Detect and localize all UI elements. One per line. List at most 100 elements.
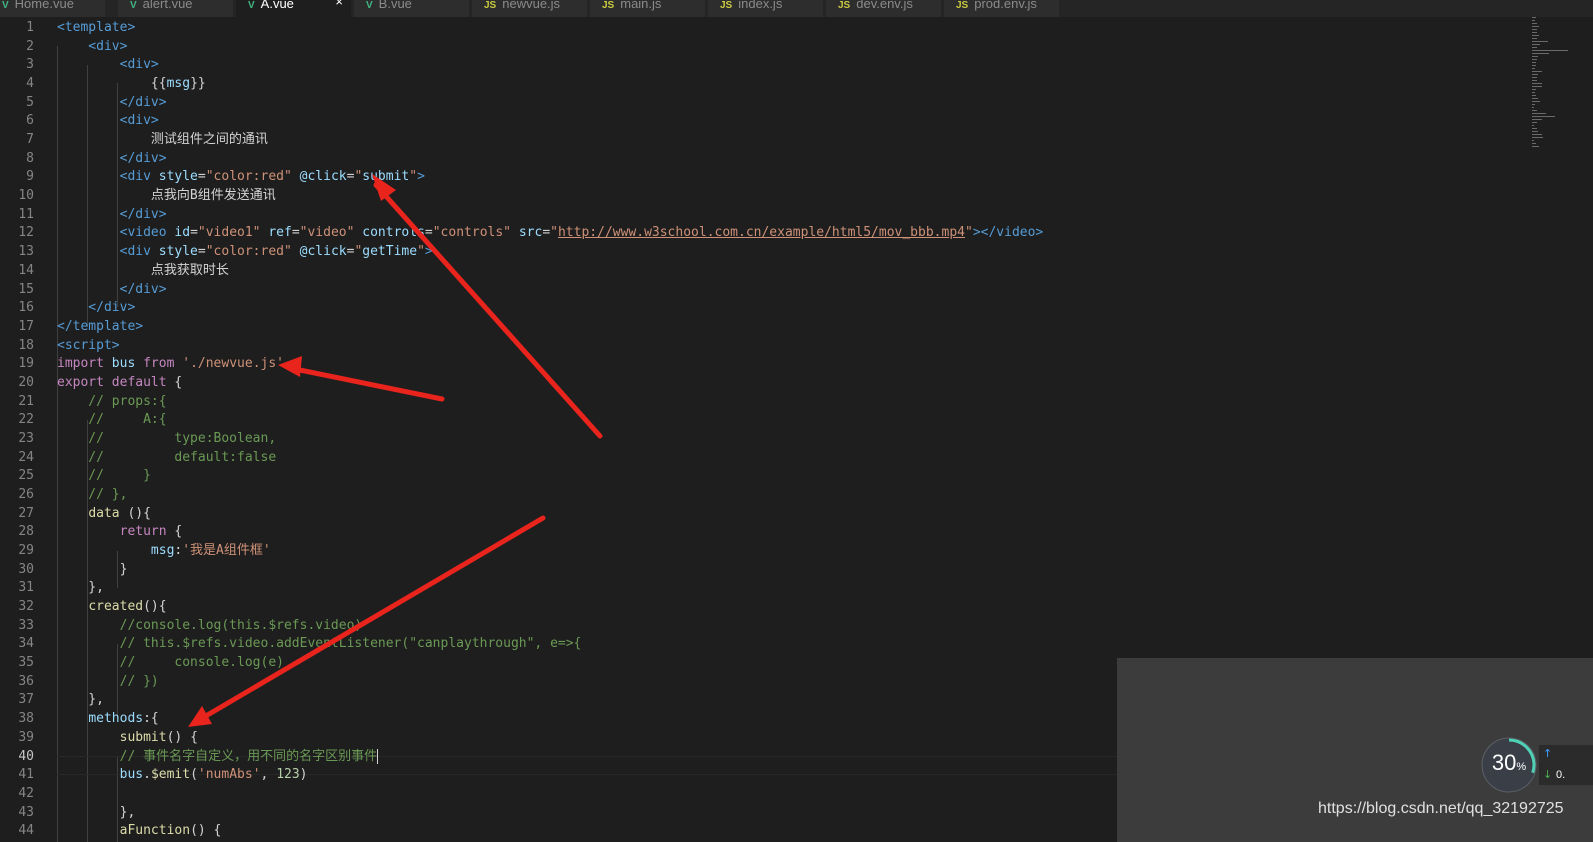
- code-line[interactable]: 13 <div style="color:red" @click="getTim…: [0, 242, 1593, 261]
- code-line[interactable]: 5 </div>: [0, 93, 1593, 112]
- line-number: 1: [26, 20, 34, 35]
- line-number: 36: [18, 673, 34, 689]
- code-token: // A:{: [57, 412, 167, 428]
- tab-newvue-js[interactable]: JS newvue.js: [472, 0, 588, 17]
- code-line[interactable]: 12 <video id="video1" ref="video" contro…: [0, 223, 1593, 242]
- tab-b-vue[interactable]: V B.vue: [354, 0, 470, 17]
- line-number: 13: [18, 244, 34, 260]
- speed-unit: %: [1516, 761, 1527, 773]
- line-number: 39: [18, 729, 34, 745]
- code-line[interactable]: 28 return {: [0, 522, 1593, 541]
- code-line[interactable]: 11 </div>: [0, 205, 1593, 224]
- line-number: 15: [18, 281, 34, 297]
- code-token: http://www.w3school.com.cn/example/html5…: [557, 225, 965, 241]
- code-line[interactable]: 23 // type:Boolean,: [0, 429, 1593, 448]
- code-token: from: [143, 356, 175, 372]
- code-line[interactable]: 31 },: [0, 578, 1593, 597]
- code-token: getTime: [362, 244, 418, 260]
- code-token: // props:{: [57, 393, 167, 409]
- code-token: {: [166, 524, 183, 540]
- code-line[interactable]: 10 点我向B组件发送通讯: [0, 186, 1593, 205]
- code-line[interactable]: 8 </div>: [0, 149, 1593, 168]
- code-line[interactable]: 20 export default {: [0, 373, 1593, 392]
- code-text: // this.$refs.video.addEventListener("ca…: [57, 634, 582, 653]
- code-line[interactable]: 7 测试组件之间的通讯: [0, 130, 1593, 149]
- code-text: // 事件名字自定义，用不同的名字区别事件: [57, 747, 379, 766]
- code-token: bus: [119, 767, 144, 783]
- code-line[interactable]: 21 // props:{: [0, 392, 1593, 411]
- code-line[interactable]: 6 <div>: [0, 111, 1593, 130]
- minimap-line: [1532, 110, 1537, 111]
- code-line[interactable]: 30 }: [0, 560, 1593, 579]
- tab-prod-env-js[interactable]: JS prod.env.js: [944, 0, 1060, 17]
- code-line[interactable]: 15 </div>: [0, 280, 1593, 299]
- minimap-line: [1532, 44, 1540, 45]
- code-token: }: [57, 561, 128, 577]
- code-line[interactable]: 18 <script>: [0, 336, 1593, 355]
- minimap-line: [1532, 74, 1538, 75]
- code-line[interactable]: 19 import bus from './newvue.js': [0, 354, 1593, 373]
- code-line[interactable]: 25 // }: [0, 466, 1593, 485]
- code-line[interactable]: 33 //console.log(this.$refs.video): [0, 616, 1593, 635]
- tab-label: alert.vue: [142, 0, 193, 11]
- code-line[interactable]: 34 // this.$refs.video.addEventListener(…: [0, 634, 1593, 653]
- code-line[interactable]: 1 <template>: [0, 18, 1593, 37]
- code-token: =: [197, 244, 206, 260]
- tab-index-js[interactable]: JS index.js: [708, 0, 824, 17]
- tab-main-js[interactable]: JS main.js: [590, 0, 706, 17]
- code-text: </div>: [57, 205, 167, 224]
- tab-alert-vue[interactable]: Valert.vue: [118, 0, 234, 17]
- code-token: (: [190, 767, 198, 783]
- code-line[interactable]: 4 {{msg}}: [0, 74, 1593, 93]
- code-line[interactable]: 27 data (){: [0, 504, 1593, 523]
- code-text: </template>: [57, 317, 143, 336]
- close-icon[interactable]: ×: [335, 0, 343, 8]
- code-text: <template>: [57, 18, 135, 37]
- code-token: () {: [190, 823, 222, 839]
- code-token: <div: [57, 169, 159, 185]
- code-text: 点我向B组件发送通讯: [57, 186, 276, 205]
- code-text: </div>: [57, 149, 167, 168]
- line-number: 18: [18, 337, 34, 353]
- minimap-line: [1532, 47, 1537, 48]
- code-token: // console.log(e): [57, 655, 284, 671]
- minimap-line: [1532, 113, 1546, 114]
- code-token: </div>: [57, 300, 136, 316]
- tab-a-vue[interactable]: V A.vue ×: [236, 0, 352, 17]
- text-cursor: [377, 748, 379, 764]
- code-line[interactable]: 9 <div style="color:red" @click="submit"…: [0, 167, 1593, 186]
- code-token: },: [57, 804, 136, 820]
- minimap-line: [1532, 38, 1537, 39]
- code-token: id: [174, 225, 191, 241]
- code-line[interactable]: 3 <div>: [0, 55, 1593, 74]
- minimap-line: [1532, 62, 1536, 63]
- tab-home-vue[interactable]: V Home.vue: [0, 0, 106, 17]
- minimap[interactable]: [1530, 17, 1570, 177]
- code-text: aFunction() {: [57, 821, 222, 840]
- code-text: },: [57, 578, 104, 597]
- code-line[interactable]: 32 created(){: [0, 597, 1593, 616]
- tab-label: A.vue: [260, 0, 294, 11]
- upload-arrow-icon: ↑: [1543, 747, 1553, 760]
- code-line[interactable]: 22 // A:{: [0, 410, 1593, 429]
- code-line[interactable]: 17 </template>: [0, 317, 1593, 336]
- code-token: :{: [143, 711, 159, 727]
- tab-dev-env-js[interactable]: JS dev.env.js: [826, 0, 942, 17]
- minimap-line: [1532, 125, 1535, 126]
- code-line[interactable]: 29 msg:'我是A组件框': [0, 541, 1593, 560]
- line-number: 29: [18, 543, 34, 559]
- line-number: 25: [18, 468, 34, 484]
- code-token: msg: [166, 76, 191, 92]
- code-line[interactable]: 16 </div>: [0, 298, 1593, 317]
- code-line[interactable]: 2 <div>: [0, 37, 1593, 56]
- minimap-line: [1532, 131, 1539, 132]
- code-token: //console.log(this.$refs.video): [57, 617, 363, 633]
- minimap-line: [1532, 68, 1535, 69]
- code-token: data: [88, 505, 120, 521]
- code-line[interactable]: 24 // default:false: [0, 448, 1593, 467]
- code-token: </div>: [57, 94, 167, 110]
- code-line[interactable]: 26 // },: [0, 485, 1593, 504]
- code-line[interactable]: 14 点我获取时长: [0, 261, 1593, 280]
